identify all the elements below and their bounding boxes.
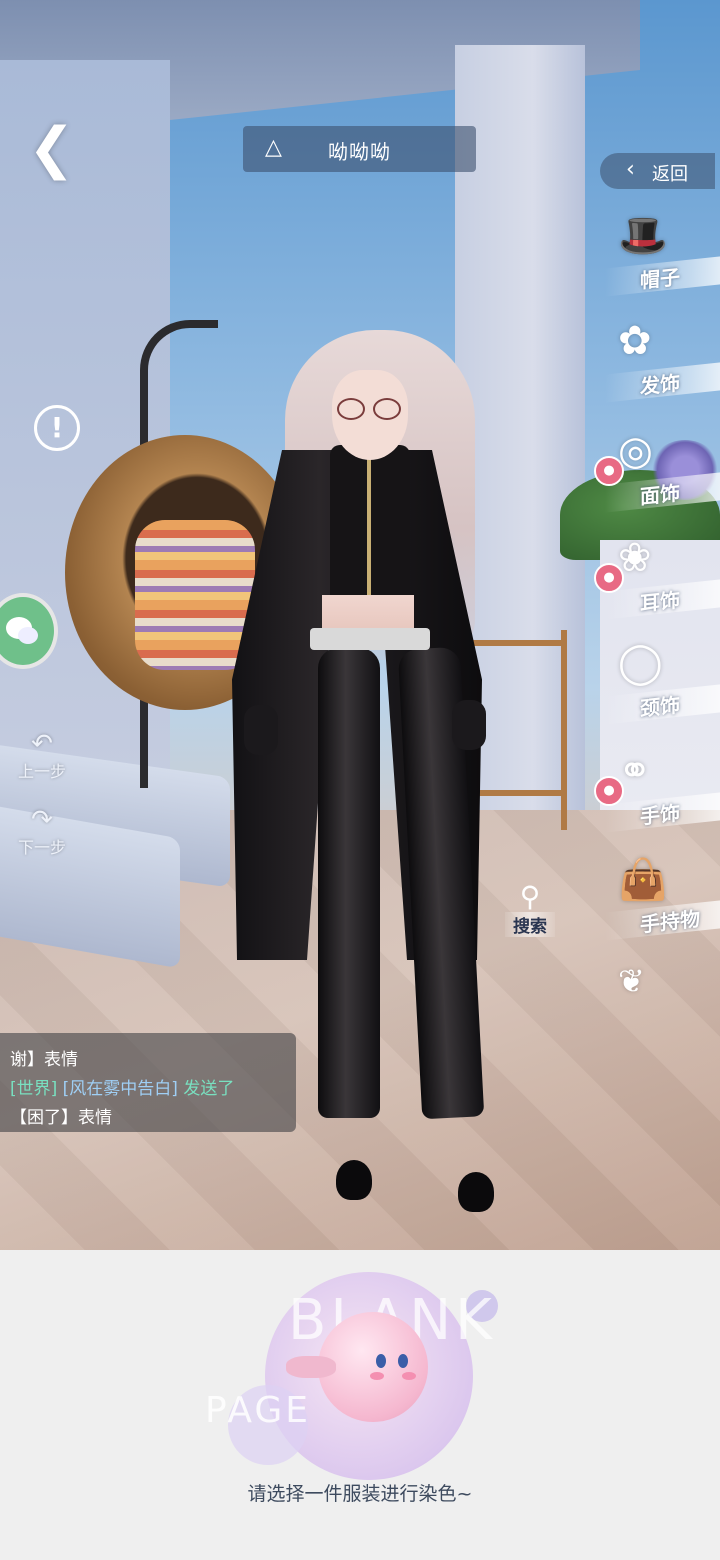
chevron-left-icon: ❮ bbox=[28, 116, 75, 181]
category-label: 手持物 bbox=[605, 899, 720, 941]
character-glasses bbox=[333, 398, 409, 420]
outfit-name: 呦呦呦 bbox=[328, 140, 391, 164]
mascot-eye bbox=[376, 1354, 386, 1368]
striped-cushion bbox=[135, 520, 255, 670]
undo-icon: ↶ bbox=[31, 729, 53, 759]
character-belt bbox=[310, 628, 430, 650]
page-watermark: PAGE bbox=[205, 1390, 312, 1431]
mascot-blush bbox=[402, 1372, 416, 1380]
zipper bbox=[367, 450, 371, 600]
category-wings[interactable]: ❦ bbox=[600, 962, 720, 1012]
redo-icon: ↷ bbox=[31, 805, 53, 835]
hairpin-icon: ✿ bbox=[618, 318, 652, 364]
category-necklace[interactable]: ◯ 颈饰 bbox=[600, 640, 720, 735]
category-hat[interactable]: 🎩 帽子 bbox=[600, 212, 720, 307]
search-button[interactable]: ⚲ 搜索 bbox=[505, 882, 555, 937]
left-glove bbox=[244, 705, 278, 755]
category-face-accessory[interactable]: ● ◎ 面饰 bbox=[594, 428, 720, 523]
chat-box[interactable]: 谢】表情 [世界] [风在雾中告白] 发送了 【困了】表情 bbox=[0, 1033, 296, 1132]
undo-button[interactable]: ↶ 上一步 bbox=[12, 730, 72, 782]
back-arrow-icon: ‹ bbox=[626, 157, 635, 182]
info-icon[interactable]: ! bbox=[34, 405, 80, 451]
category-earring[interactable]: ● ❀ 耳饰 bbox=[594, 535, 720, 630]
necklace-icon: ◯ bbox=[618, 640, 663, 686]
dress-icon: △ bbox=[265, 135, 282, 160]
empty-hint: 请选择一件服装进行染色~ bbox=[247, 1483, 473, 1505]
chat-action: 发送了 bbox=[183, 1079, 235, 1099]
category-handheld[interactable]: 👜 手持物 bbox=[600, 856, 720, 951]
hat-icon: 🎩 bbox=[618, 213, 668, 259]
mascot-key-icon bbox=[286, 1356, 336, 1378]
bracelet-icon: ⚭ bbox=[618, 748, 652, 794]
chat-channel: [世界] bbox=[10, 1079, 58, 1099]
return-button[interactable]: ‹ 返回 bbox=[600, 153, 715, 189]
handbag-icon: 👜 bbox=[618, 857, 668, 903]
chat-player-name[interactable]: [风在雾中告白] bbox=[63, 1079, 178, 1099]
character-left-leg bbox=[318, 648, 380, 1118]
earring-icon: ❀ bbox=[618, 535, 652, 581]
chat-bubble-icon bbox=[18, 627, 38, 644]
undo-label: 上一步 bbox=[17, 762, 66, 781]
glasses-icon: ◎ bbox=[618, 428, 653, 474]
redo-button[interactable]: ↷ 下一步 bbox=[12, 806, 72, 858]
left-shoe bbox=[336, 1160, 372, 1200]
chat-line: [世界] [风在雾中告白] 发送了 bbox=[10, 1074, 234, 1099]
category-label: 帽子 bbox=[605, 255, 720, 297]
mascot-blush bbox=[370, 1372, 384, 1380]
mascot-eye bbox=[398, 1354, 408, 1368]
redo-label: 下一步 bbox=[17, 838, 66, 857]
chat-line: 谢】表情 bbox=[10, 1050, 78, 1070]
search-label: 搜索 bbox=[505, 912, 555, 937]
category-label: 颈饰 bbox=[605, 683, 720, 725]
back-button[interactable]: ❮ bbox=[28, 120, 78, 178]
wings-icon: ❦ bbox=[618, 962, 645, 1000]
right-shoe bbox=[458, 1172, 494, 1212]
outfit-title-bar[interactable]: △ 呦呦呦 bbox=[243, 126, 476, 172]
chat-line: 【困了】表情 bbox=[10, 1108, 112, 1128]
category-hair-accessory[interactable]: ✿ 发饰 bbox=[600, 318, 720, 413]
search-icon: ⚲ bbox=[519, 880, 541, 913]
category-bracelet[interactable]: ● ⚭ 手饰 bbox=[594, 748, 720, 843]
right-glove bbox=[452, 700, 486, 750]
category-label: 发饰 bbox=[605, 361, 720, 403]
return-label: 返回 bbox=[652, 164, 688, 185]
